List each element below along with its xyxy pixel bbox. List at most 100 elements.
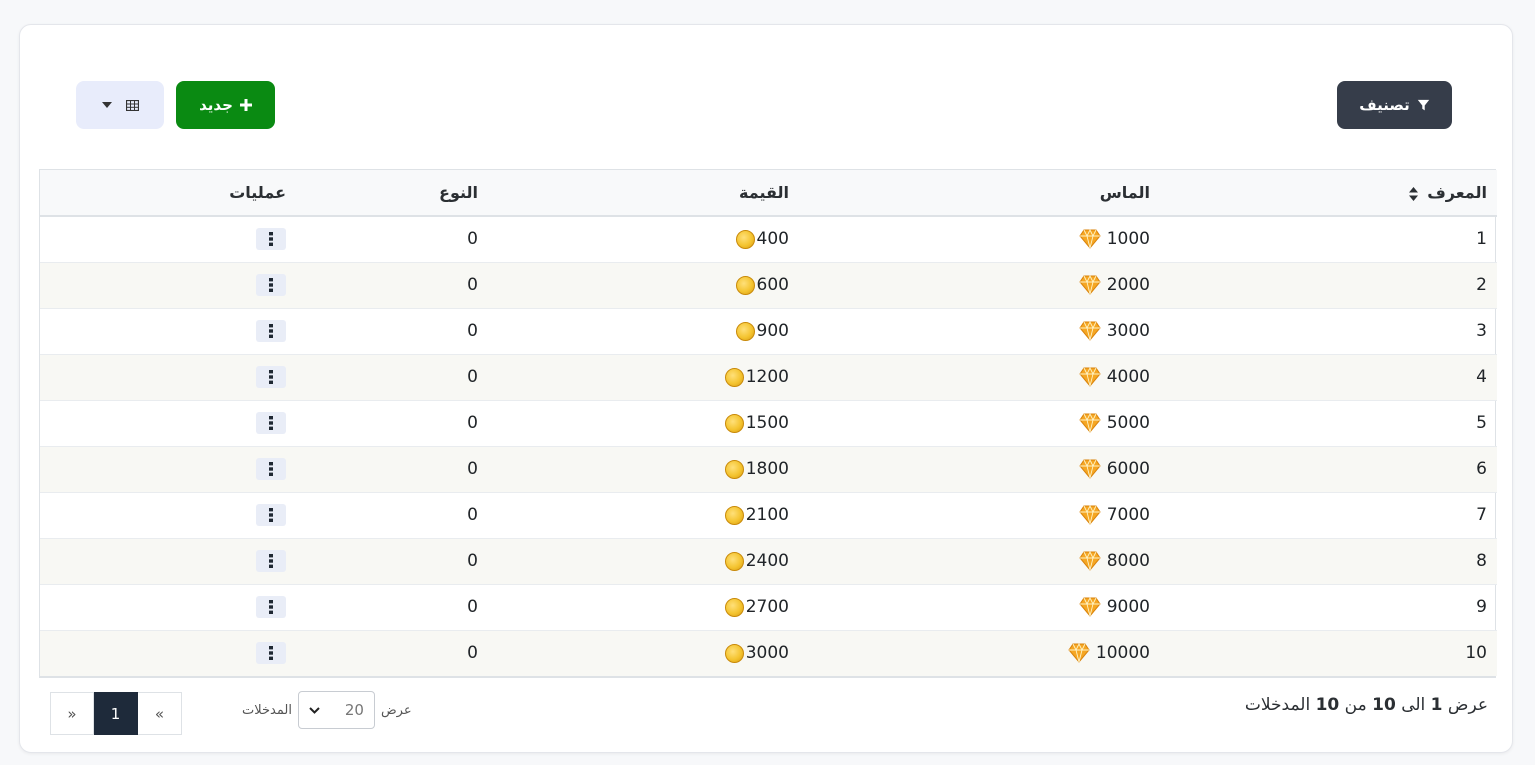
- new-button[interactable]: جديد: [176, 81, 275, 129]
- table-row: 5 5000 1500 0: [40, 400, 1497, 446]
- length-suffix: المدخلات: [242, 702, 292, 718]
- cell-type: 0: [467, 321, 478, 341]
- diamond-icon: [1068, 643, 1090, 664]
- cell-type: 0: [467, 413, 478, 433]
- row-actions-button[interactable]: [256, 549, 286, 572]
- cell-id: 3: [1476, 321, 1487, 341]
- cell-value: 900: [488, 308, 799, 354]
- data-table: المعرف الماس القيمة النوع عمليات 1 1000 40…: [40, 170, 1497, 676]
- coin-icon: [724, 459, 744, 479]
- info-prefix: عرض: [1447, 695, 1488, 715]
- cell-actions: [40, 262, 296, 308]
- value-amount: 600: [756, 275, 789, 295]
- header-id[interactable]: المعرف: [1160, 170, 1497, 216]
- vertical-dots-icon: [269, 507, 273, 522]
- vertical-dots-icon: [269, 231, 273, 246]
- cell-actions: [40, 630, 296, 676]
- info-total: 10: [1315, 695, 1340, 715]
- vertical-dots-icon: [269, 599, 273, 614]
- filter-button[interactable]: تصنيف: [1337, 81, 1452, 129]
- vertical-dots-icon: [269, 461, 273, 476]
- columns-toggle-button[interactable]: [76, 81, 164, 129]
- row-actions-button[interactable]: [256, 503, 286, 526]
- cell-type: 0: [467, 367, 478, 387]
- row-actions-button[interactable]: [256, 595, 286, 618]
- cell-actions: [40, 446, 296, 492]
- coin-icon: [724, 367, 744, 387]
- diamonds-value: 7000: [1106, 505, 1150, 525]
- cell-value: 3000: [488, 630, 799, 676]
- value-amount: 1800: [745, 459, 789, 479]
- chevron-down-icon: [309, 706, 320, 714]
- vertical-dots-icon: [269, 369, 273, 384]
- table-row: 4 4000 1200 0: [40, 354, 1497, 400]
- cell-value: 2100: [488, 492, 799, 538]
- value-amount: 900: [756, 321, 789, 341]
- cell-actions: [40, 216, 296, 262]
- cell-diamonds: 1000: [799, 216, 1160, 262]
- vertical-dots-icon: [269, 277, 273, 292]
- cell-diamonds: 5000: [799, 400, 1160, 446]
- row-actions-button[interactable]: [256, 227, 286, 250]
- pagination-next[interactable]: »: [50, 692, 94, 735]
- info-suffix: المدخلات: [1244, 695, 1311, 715]
- coin-icon: [724, 597, 744, 617]
- value-amount: 2100: [745, 505, 789, 525]
- diamonds-value: 3000: [1106, 321, 1150, 341]
- vertical-dots-icon: [269, 553, 273, 568]
- new-button-label: جديد: [199, 96, 233, 114]
- row-actions-button[interactable]: [256, 641, 286, 664]
- cell-diamonds: 3000: [799, 308, 1160, 354]
- table-row: 7 7000 2100 0: [40, 492, 1497, 538]
- info-start: 1: [1430, 695, 1443, 715]
- coin-icon: [724, 413, 744, 433]
- cell-value: 2700: [488, 584, 799, 630]
- diamond-icon: [1079, 551, 1101, 571]
- header-actions: عمليات: [229, 183, 286, 202]
- caret-down-icon: [101, 102, 112, 108]
- cell-value: 600: [488, 262, 799, 308]
- table-icon: [125, 99, 139, 111]
- diamonds-value: 8000: [1106, 551, 1150, 571]
- cell-diamonds: 8000: [799, 538, 1160, 584]
- table-row: 3 3000 900 0: [40, 308, 1497, 354]
- sort-icon: [1408, 186, 1418, 201]
- diamond-icon: [1079, 459, 1101, 479]
- page-length-control: عرض 20 المدخلات: [242, 691, 412, 729]
- page-length-select[interactable]: 20: [297, 691, 375, 729]
- cell-value: 1500: [488, 400, 799, 446]
- cell-actions: [40, 584, 296, 630]
- cell-actions: [40, 538, 296, 584]
- row-actions-button[interactable]: [256, 273, 286, 296]
- cell-actions: [40, 400, 296, 446]
- diamonds-value: 9000: [1106, 597, 1150, 617]
- info-end: 10: [1372, 695, 1396, 715]
- cell-type: 0: [467, 229, 478, 250]
- table-row: 10 10000 3000 0: [40, 630, 1497, 676]
- row-actions-button[interactable]: [256, 365, 286, 388]
- table-row: 8 8000 2400 0: [40, 538, 1497, 584]
- value-amount: 1200: [745, 367, 789, 387]
- diamonds-value: 6000: [1106, 459, 1150, 479]
- pagination-page[interactable]: 1: [94, 692, 138, 735]
- content-card: تصنيف جديد المعرف الماس القيمة النوع عمل…: [19, 24, 1513, 753]
- diamond-icon: [1079, 597, 1101, 617]
- diamond-icon: [1079, 275, 1101, 295]
- row-actions-button[interactable]: [256, 319, 286, 342]
- value-amount: 400: [756, 229, 789, 250]
- value-amount: 2700: [745, 597, 789, 617]
- row-actions-button[interactable]: [256, 457, 286, 480]
- header-value: القيمة: [739, 183, 789, 202]
- header-id-label: المعرف: [1427, 183, 1487, 202]
- coin-icon: [735, 229, 755, 249]
- diamond-icon: [1079, 505, 1101, 525]
- value-amount: 3000: [745, 643, 789, 664]
- row-actions-button[interactable]: [256, 411, 286, 434]
- pagination: » 1 «: [50, 692, 182, 735]
- cell-diamonds: 6000: [799, 446, 1160, 492]
- coin-icon: [724, 643, 744, 663]
- cell-diamonds: 7000: [799, 492, 1160, 538]
- cell-id: 9: [1476, 597, 1487, 617]
- pagination-prev[interactable]: «: [138, 692, 182, 735]
- cell-id: 10: [1465, 643, 1487, 664]
